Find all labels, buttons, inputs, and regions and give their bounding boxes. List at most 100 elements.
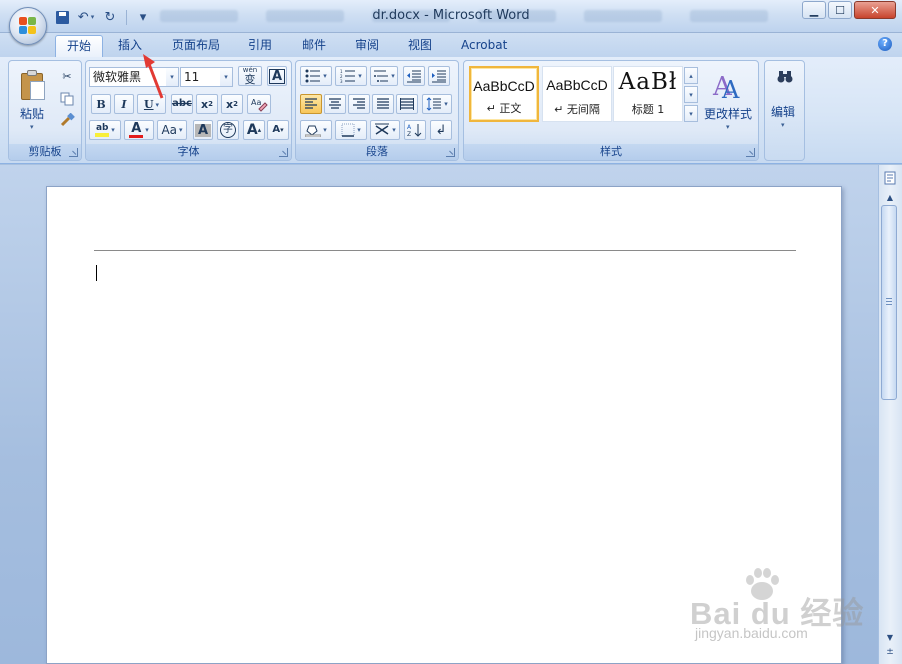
previous-page-button[interactable]: ±	[882, 647, 898, 661]
paste-button[interactable]: 粘贴 ▾	[11, 63, 51, 131]
superscript-button[interactable]: x2	[221, 94, 243, 114]
styles-dialog-launcher[interactable]	[746, 148, 755, 157]
format-painter-button[interactable]	[57, 111, 77, 131]
clear-formatting-button[interactable]: Aa	[247, 94, 271, 114]
customize-qat-button[interactable]: ▾	[133, 8, 153, 27]
style-no-spacing-name: ↵ 无间隔	[554, 103, 600, 116]
font-color-icon: A	[129, 120, 144, 138]
shading-button[interactable]: ▾	[300, 120, 332, 140]
borders-button[interactable]: ▾	[335, 120, 367, 140]
multilevel-list-button[interactable]: ▾	[370, 66, 398, 86]
font-size-dropdown-icon[interactable]: ▾	[220, 68, 232, 86]
qat-divider	[126, 9, 127, 25]
change-styles-button[interactable]: A A 更改样式 ▾	[702, 63, 758, 131]
svg-text:3: 3	[340, 79, 343, 83]
grow-font-button[interactable]: A ▴	[243, 120, 265, 140]
bullets-button[interactable]: ▾	[300, 66, 332, 86]
chinese-layout-icon	[375, 123, 390, 135]
clipboard-dialog-launcher[interactable]	[69, 148, 78, 157]
sort-button[interactable]: AZ	[404, 120, 426, 140]
subscript-button[interactable]: x2	[196, 94, 218, 114]
bold-button[interactable]: B	[91, 94, 111, 114]
save-button[interactable]	[52, 8, 72, 27]
document-page[interactable]	[46, 186, 842, 664]
styles-group: AaBbCcD ↵ 正文 AaBbCcD ↵ 无间隔 AaBł 标题 1 ▴ ▾…	[463, 60, 759, 161]
scroll-down-button[interactable]: ▼	[882, 631, 898, 645]
enclose-characters-button[interactable]: 字	[217, 120, 239, 140]
chinese-layout-button[interactable]: ▾	[370, 120, 400, 140]
phonetic-guide-button[interactable]: wén 变	[238, 66, 262, 86]
style-heading-1-sample: AaBł	[618, 69, 678, 95]
undo-icon: ↶	[77, 9, 89, 25]
change-case-icon: Aa	[161, 123, 178, 137]
editing-group[interactable]: 编辑 ▾	[764, 60, 805, 161]
styles-group-label: 样式	[464, 144, 758, 160]
cut-button[interactable]: ✂	[57, 66, 77, 86]
style-no-spacing-sample: AaBbCcD	[546, 77, 608, 93]
font-name-combo[interactable]: 微软雅黑 ▾	[89, 67, 179, 87]
tab-page-layout[interactable]: 页面布局	[161, 35, 231, 57]
styles-gallery-up-button[interactable]: ▴	[684, 67, 698, 84]
shrink-font-button[interactable]: A ▾	[267, 120, 289, 140]
highlight-button[interactable]: ab ▾	[89, 120, 121, 140]
align-center-button[interactable]	[324, 94, 346, 114]
phonetic-guide-char: 变	[244, 73, 256, 86]
tab-acrobat[interactable]: Acrobat	[450, 35, 518, 57]
tab-home[interactable]: 开始	[55, 35, 104, 57]
shrink-font-icon: A	[272, 124, 281, 135]
styles-gallery-more-button[interactable]: ▾	[684, 105, 698, 122]
scroll-thumb[interactable]	[881, 205, 897, 400]
justify-button[interactable]	[372, 94, 394, 114]
vertical-scrollbar[interactable]: ▲ ▼ ±	[878, 165, 902, 664]
strikethrough-button[interactable]: abc	[171, 94, 193, 114]
distributed-button[interactable]	[396, 94, 418, 114]
paste-label: 粘贴	[20, 107, 45, 121]
paragraph-mark-icon: ↲	[435, 122, 447, 138]
change-styles-icon: A A	[712, 72, 740, 101]
style-normal[interactable]: AaBbCcD ↵ 正文	[469, 66, 539, 122]
numbering-button[interactable]: 1 2 3 ▾	[335, 66, 367, 86]
style-heading-1[interactable]: AaBł 标题 1	[613, 66, 683, 122]
font-name-dropdown-icon[interactable]: ▾	[166, 68, 178, 86]
ribbon-tabs: 开始 插入 页面布局 引用 邮件 审阅 视图 Acrobat	[0, 33, 902, 57]
font-color-button[interactable]: A ▾	[124, 120, 154, 140]
undo-button[interactable]: ↶ ▾	[76, 8, 96, 27]
maximize-button[interactable]: ☐	[828, 1, 852, 19]
tab-view[interactable]: 视图	[397, 35, 443, 57]
styles-gallery-down-button[interactable]: ▾	[684, 86, 698, 103]
font-dialog-launcher[interactable]	[279, 148, 288, 157]
copy-icon	[60, 92, 74, 106]
line-spacing-button[interactable]: ▾	[422, 94, 452, 114]
show-hide-marks-button[interactable]: ↲	[430, 120, 452, 140]
minimize-button[interactable]: ▁	[802, 1, 826, 19]
increase-indent-button[interactable]	[428, 66, 450, 86]
tab-review[interactable]: 审阅	[344, 35, 390, 57]
clipboard-group: 粘贴 ▾ ✂ 剪贴板	[8, 60, 82, 161]
scroll-up-button[interactable]: ▲	[882, 191, 898, 205]
character-border-button[interactable]: A	[267, 66, 287, 86]
tab-mailings[interactable]: 邮件	[291, 35, 337, 57]
align-left-button[interactable]	[300, 94, 322, 114]
view-ruler-button[interactable]	[882, 171, 898, 187]
close-button[interactable]: ✕	[854, 1, 896, 19]
office-button[interactable]	[9, 7, 47, 45]
align-right-button[interactable]	[348, 94, 370, 114]
change-case-button[interactable]: Aa ▾	[157, 120, 187, 140]
title-bar: ↶ ▾ ↻ ▾ dr.docx - Microsoft Word ▁ ☐ ✕	[0, 0, 902, 33]
font-name-value: 微软雅黑	[93, 70, 142, 84]
underline-button[interactable]: U ▾	[137, 94, 166, 114]
redo-button[interactable]: ↻	[100, 8, 120, 27]
paragraph-dialog-launcher[interactable]	[446, 148, 455, 157]
style-no-spacing[interactable]: AaBbCcD ↵ 无间隔	[542, 66, 612, 122]
decrease-indent-button[interactable]	[403, 66, 425, 86]
line-spacing-icon	[426, 97, 442, 111]
svg-text:Z: Z	[407, 131, 411, 137]
font-size-combo[interactable]: 11 ▾	[180, 67, 233, 87]
help-icon[interactable]: ?	[878, 37, 892, 51]
tab-insert[interactable]: 插入	[107, 35, 153, 57]
tab-references[interactable]: 引用	[237, 35, 283, 57]
character-shading-button[interactable]: A	[193, 120, 213, 140]
svg-text:A: A	[721, 76, 740, 101]
italic-button[interactable]: I	[114, 94, 134, 114]
copy-button[interactable]	[57, 89, 77, 109]
